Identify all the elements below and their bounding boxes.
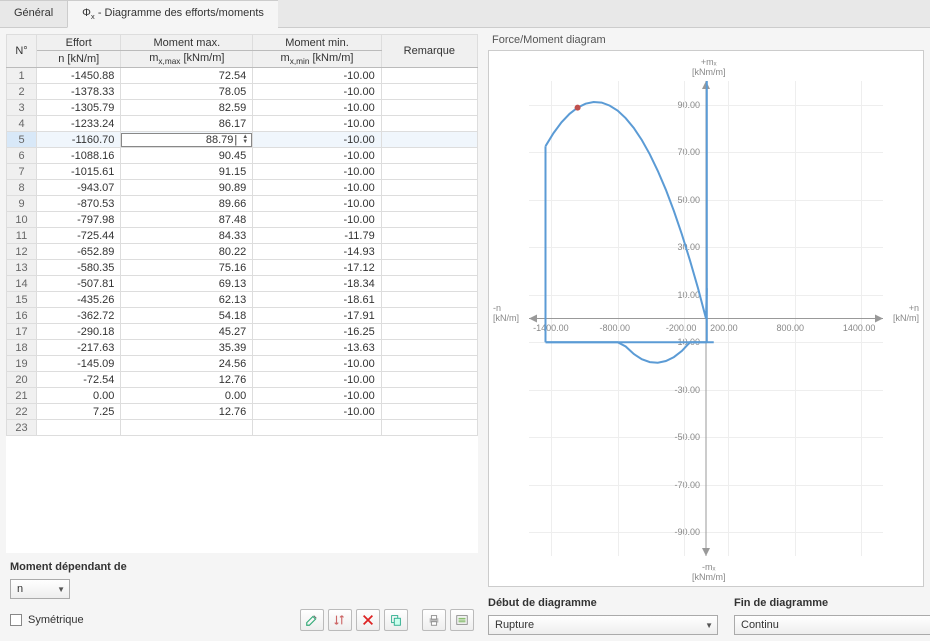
table-row[interactable]: 16-362.7254.18-17.91 — [7, 308, 478, 324]
chevron-down-icon: ▼ — [57, 585, 65, 594]
table-row[interactable]: 4-1233.2486.17-10.00 — [7, 116, 478, 132]
table-row[interactable]: 20-72.5412.76-10.00 — [7, 372, 478, 388]
tab-bar: Général Φx - Diagramme des efforts/momen… — [0, 0, 930, 28]
table-row[interactable]: 227.2512.76-10.00 — [7, 404, 478, 420]
col-remark: Remarque — [381, 35, 477, 68]
tab-general[interactable]: Général — [0, 0, 67, 27]
col-effort-l2: n [kN/m] — [37, 51, 121, 68]
checkbox-box — [10, 614, 22, 626]
end-diagram-select[interactable]: Continu ▼ — [734, 615, 930, 635]
start-diagram-label: Début de diagramme — [488, 597, 718, 609]
table-row[interactable]: 23 — [7, 420, 478, 436]
moment-depends-label: Moment dépendant de — [10, 561, 474, 573]
start-diagram-select[interactable]: Rupture ▼ — [488, 615, 718, 635]
data-table-wrap[interactable]: N° Effort Moment max. Moment min. Remarq… — [6, 34, 478, 553]
step-down-icon[interactable]: ▼ — [241, 140, 249, 145]
data-table: N° Effort Moment max. Moment min. Remarq… — [6, 34, 478, 436]
table-row[interactable]: 13-580.3575.16-17.12 — [7, 260, 478, 276]
table-row[interactable]: 12-652.8980.22-14.93 — [7, 244, 478, 260]
table-row[interactable]: 19-145.0924.56-10.00 — [7, 356, 478, 372]
table-row[interactable]: 15-435.2662.13-18.61 — [7, 292, 478, 308]
table-row[interactable]: 210.000.00-10.00 — [7, 388, 478, 404]
table-row[interactable]: 14-507.8169.13-18.34 — [7, 276, 478, 292]
table-row[interactable]: 11-725.4484.33-11.79 — [7, 228, 478, 244]
col-mmax-l1: Moment max. — [121, 35, 253, 51]
table-row[interactable]: 1-1450.8872.54-10.00 — [7, 68, 478, 84]
col-mmin-l2: mx,min [kNm/m] — [253, 51, 381, 68]
end-diagram-label: Fin de diagramme — [734, 597, 930, 609]
delete-button[interactable] — [356, 609, 380, 631]
cell-editor[interactable]: 88.79|▲▼ — [121, 133, 252, 147]
sort-button[interactable] — [328, 609, 352, 631]
col-mmax-l2: mx,max [kNm/m] — [121, 51, 253, 68]
symmetric-checkbox[interactable]: Symétrique — [10, 614, 84, 626]
col-mmin-l1: Moment min. — [253, 35, 381, 51]
table-row[interactable]: 18-217.6335.39-13.63 — [7, 340, 478, 356]
table-row[interactable]: 7-1015.6191.15-10.00 — [7, 164, 478, 180]
moment-depends-select[interactable]: n ▼ — [10, 579, 70, 599]
print-button[interactable] — [422, 609, 446, 631]
symmetric-label: Symétrique — [28, 614, 84, 626]
table-row[interactable]: 6-1088.1690.45-10.00 — [7, 148, 478, 164]
table-row[interactable]: 8-943.0790.89-10.00 — [7, 180, 478, 196]
edit-button[interactable] — [300, 609, 324, 631]
chevron-down-icon: ▼ — [705, 621, 713, 630]
col-num: N° — [7, 35, 37, 68]
table-row[interactable]: 3-1305.7982.59-10.00 — [7, 100, 478, 116]
col-effort-l1: Effort — [37, 35, 121, 51]
table-row[interactable]: 10-797.9887.48-10.00 — [7, 212, 478, 228]
copy-button[interactable] — [384, 609, 408, 631]
table-row[interactable]: 2-1378.3378.05-10.00 — [7, 84, 478, 100]
table-row[interactable]: 9-870.5389.66-10.00 — [7, 196, 478, 212]
tab-diagram[interactable]: Φx - Diagramme des efforts/moments — [67, 0, 278, 28]
export-button[interactable] — [450, 609, 474, 631]
icon-toolbar — [300, 609, 474, 631]
table-row[interactable]: 17-290.1845.27-16.25 — [7, 324, 478, 340]
chart-area[interactable]: -90.00-70.00-50.00-30.00-10.0010.0030.00… — [488, 50, 924, 587]
table-row[interactable]: 5-1160.7088.79|▲▼-10.00 — [7, 132, 478, 148]
chart-title: Force/Moment diagram — [488, 34, 924, 46]
